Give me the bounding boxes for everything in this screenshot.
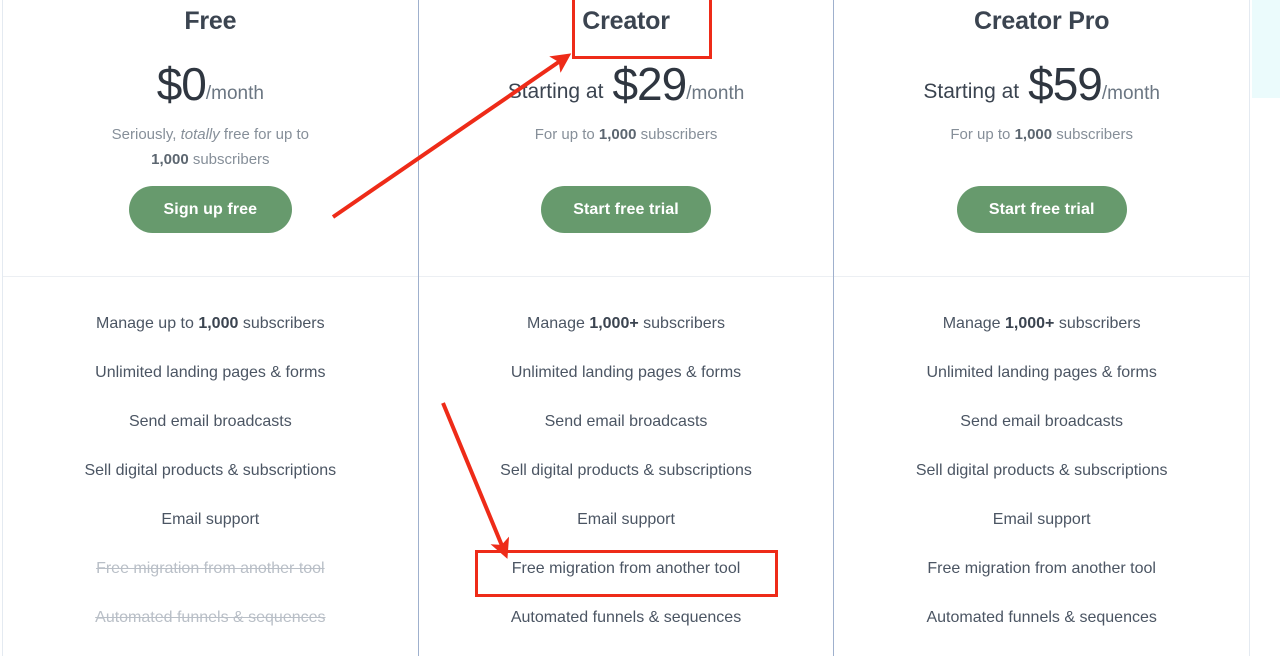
plan-name-creator: Creator (582, 7, 670, 35)
plan-name-free: Free (184, 7, 237, 35)
sign-up-free-button[interactable]: Sign up free (128, 186, 292, 233)
price-amount: $59 (1028, 58, 1103, 110)
start-free-trial-button-creator-pro[interactable]: Start free trial (956, 186, 1127, 233)
price-prefix: Starting at (923, 80, 1020, 103)
cta-wrap-creator-pro: Start free trial (956, 186, 1127, 233)
feature-item: Free migration from another tool (927, 560, 1156, 577)
cta-wrap-creator: Start free trial (541, 186, 711, 233)
cta-wrap-free: Sign up free (128, 186, 292, 233)
feature-item: Sell digital products & subscriptions (500, 462, 752, 479)
feature-item: Free migration from another tool (511, 560, 741, 577)
price-amount: $29 (612, 58, 687, 110)
plan-column-free: Free $0 /month Seriously, totally free f… (3, 0, 418, 656)
plan-column-creator: Creator Starting at $29 /month For up to… (417, 0, 834, 656)
feature-item: Automated funnels & sequences (510, 609, 742, 626)
feature-list-creator: Manage 1,000+ subscribers Unlimited landi… (419, 277, 834, 656)
plan-header-creator: Creator Starting at $29 /month For up to… (418, 0, 834, 277)
feature-list-creator-pro: Manage 1,000+ subscribers Unlimited landi… (834, 277, 1249, 656)
start-free-trial-button-creator[interactable]: Start free trial (541, 186, 711, 233)
feature-item: Send email broadcasts (544, 413, 708, 430)
feature-item: Email support (992, 511, 1091, 528)
plan-price-creator-pro: Starting at $59 /month (923, 58, 1160, 110)
feature-item: Manage 1,000+ subscribers (942, 315, 1141, 332)
feature-item: Automated funnels & sequences (95, 609, 326, 626)
price-period: /month (1101, 83, 1160, 104)
price-period: /month (205, 83, 264, 104)
plan-price-free: $0 /month (157, 58, 264, 110)
feature-item: Automated funnels & sequences (926, 609, 1157, 626)
plan-header-creator-pro: Creator Pro Starting at $59 /month For u… (834, 0, 1250, 277)
right-side-panel (1252, 0, 1280, 98)
price-period: /month (686, 83, 745, 104)
plan-name-creator-pro: Creator Pro (974, 7, 1110, 35)
pricing-table: Free $0 /month Seriously, totally free f… (2, 0, 1250, 656)
plan-column-creator-pro: Creator Pro Starting at $59 /month For u… (833, 0, 1250, 656)
plan-note-free: Seriously, totally free for up to 1,000 … (111, 126, 309, 168)
plan-price-creator: Starting at $29 /month (508, 58, 745, 110)
feature-item: Email support (577, 511, 675, 528)
feature-item: Unlimited landing pages & forms (510, 364, 742, 381)
pricing-page: Free $0 /month Seriously, totally free f… (0, 0, 1280, 656)
feature-item: Sell digital products & subscriptions (84, 462, 337, 479)
feature-list-free: Manage up to 1,000 subscribers Unlimited … (3, 277, 418, 656)
feature-item: Email support (161, 511, 260, 528)
feature-item: Send email broadcasts (128, 413, 292, 430)
plan-note-creator-pro: For up to 1,000 subscribers (950, 126, 1133, 143)
feature-item: Sell digital products & subscriptions (915, 462, 1168, 479)
feature-item: Manage up to 1,000 subscribers (96, 315, 325, 332)
price-prefix: Starting at (507, 80, 604, 103)
feature-item: Unlimited landing pages & forms (926, 364, 1157, 381)
plan-note-creator: For up to 1,000 subscribers (534, 126, 718, 143)
feature-item: Manage 1,000+ subscribers (527, 315, 725, 332)
feature-item: Unlimited landing pages & forms (95, 364, 326, 381)
feature-item: Free migration from another tool (96, 560, 325, 577)
plan-header-free: Free $0 /month Seriously, totally free f… (3, 0, 418, 277)
feature-item: Send email broadcasts (960, 413, 1124, 430)
price-amount: $0 (156, 58, 207, 110)
